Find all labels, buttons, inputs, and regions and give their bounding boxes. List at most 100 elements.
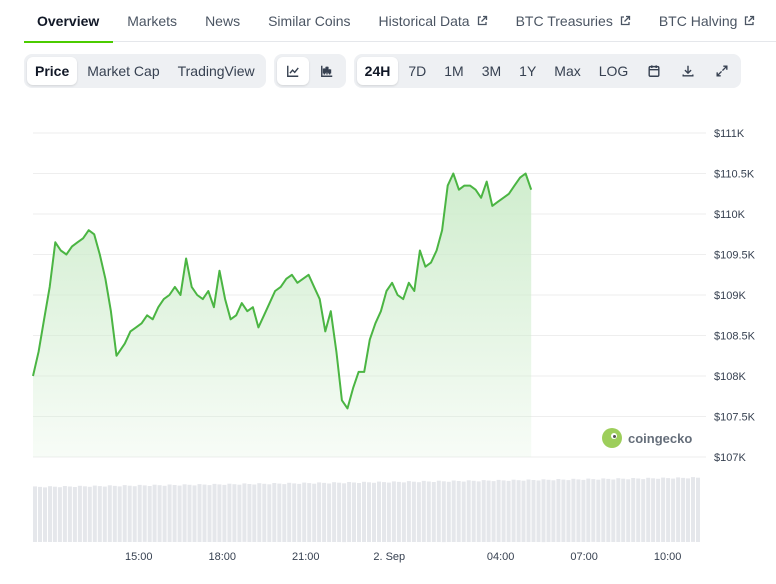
calendar-icon[interactable] (638, 57, 670, 85)
tab-label: Historical Data (378, 12, 470, 29)
volume-bar (516, 480, 521, 542)
volume-bar (137, 484, 142, 542)
volume-bar (636, 478, 641, 542)
volume-bar (332, 482, 337, 542)
volume-bar (247, 484, 252, 542)
volume-bar (586, 478, 591, 542)
range-24h-button[interactable]: 24H (356, 57, 399, 85)
volume-bar (666, 478, 671, 542)
volume-bar (461, 481, 466, 542)
volume-bar (202, 484, 207, 542)
volume-bar (651, 478, 656, 542)
volume-bar (406, 481, 411, 542)
tab-btc-halving[interactable]: BTC Halving (645, 0, 770, 42)
volume-bar (501, 480, 506, 542)
volume-bar (631, 478, 636, 542)
volume-bar (556, 479, 561, 542)
tab-btc-treasuries[interactable]: BTC Treasuries (502, 0, 645, 42)
price-chart-svg[interactable]: $111K $110.5K $110K $109.5K $109K $108.5K $108… (0, 110, 776, 584)
volume-bar (152, 484, 157, 542)
volume-bar (262, 483, 267, 542)
volume-bar (656, 478, 661, 542)
volume-bar (297, 483, 302, 542)
volume-bar (696, 477, 700, 542)
price-chart[interactable]: $111K $110.5K $110K $109.5K $109K $108.5K $108… (0, 110, 776, 584)
volume-bar (546, 479, 551, 542)
volume-bar (142, 485, 147, 542)
tab-bar: Overview Markets News Similar Coins Historic… (24, 0, 776, 43)
volume-bar (491, 481, 496, 542)
x-tick-label: 04:00 (487, 551, 515, 563)
volume-bar (626, 479, 631, 542)
external-link-icon (477, 15, 487, 25)
volume-bar (372, 482, 376, 542)
volume-bar (506, 480, 511, 542)
tab-label: BTC Halving (658, 12, 738, 29)
volume-bar (382, 482, 386, 542)
tab-label: Markets (127, 12, 178, 29)
volume-bar (97, 486, 102, 542)
volume-bar (52, 486, 57, 542)
tab-historical-data[interactable]: Historical Data (365, 0, 502, 42)
volume-bar (157, 485, 162, 542)
volume-bar (496, 479, 501, 542)
volume-bar (197, 484, 202, 542)
watermark-label: coingecko (628, 430, 693, 446)
candlestick-icon[interactable] (311, 57, 343, 85)
expand-icon[interactable] (706, 57, 738, 85)
x-tick-label: 2. Sep (373, 551, 405, 563)
tab-news[interactable]: News (191, 0, 254, 42)
volume-bar (601, 478, 606, 542)
volume-bar (436, 480, 441, 542)
volume-bar (272, 483, 277, 542)
volume-bar (621, 478, 626, 542)
range-7d-button[interactable]: 7D (400, 57, 434, 85)
tradingview-button[interactable]: TradingView (170, 57, 263, 85)
volume-bar (466, 480, 471, 542)
volume-bar (646, 477, 651, 542)
x-tick-label: 15:00 (125, 551, 153, 563)
price-button[interactable]: Price (27, 57, 78, 85)
volume-bar (337, 482, 342, 542)
volume-bar (292, 483, 297, 542)
range-1y-button[interactable]: 1Y (511, 57, 544, 85)
volume-bar (187, 484, 192, 542)
volume-bar (302, 482, 307, 542)
volume-bar (117, 486, 122, 542)
volume-bar (122, 485, 127, 542)
volume-bar (367, 482, 371, 542)
y-tick-label: $110.5K (714, 169, 755, 181)
tab-markets[interactable]: Markets (113, 0, 191, 42)
volume-bar (521, 480, 526, 542)
volume-bar (481, 480, 486, 542)
volume-bar (162, 485, 167, 542)
range-log-button[interactable]: LOG (591, 57, 637, 85)
volume-bar (43, 487, 47, 542)
tab-label: Similar Coins (268, 12, 351, 29)
volume-bar (33, 486, 37, 542)
tab-overview[interactable]: Overview (24, 0, 114, 43)
volume-bar (686, 478, 690, 542)
volume-bar (48, 486, 52, 542)
range-1m-button[interactable]: 1M (436, 57, 471, 85)
volume-bar (411, 481, 416, 542)
market-cap-button[interactable]: Market Cap (79, 57, 167, 85)
range-3m-button[interactable]: 3M (474, 57, 509, 85)
line-chart-icon[interactable] (276, 57, 309, 85)
range-max-button[interactable]: Max (546, 57, 588, 85)
tab-similar-coins[interactable]: Similar Coins (254, 0, 364, 42)
volume-bar (396, 481, 401, 542)
volume-bar (92, 485, 97, 542)
download-icon[interactable] (672, 57, 704, 85)
volume-bar (222, 484, 227, 542)
volume-bar (352, 482, 356, 542)
volume-bar (541, 479, 546, 543)
external-link-icon (745, 15, 755, 25)
volume-bar (342, 483, 347, 543)
volume-bar (307, 483, 312, 542)
volume-bar (232, 484, 237, 542)
volume-bar (317, 482, 322, 542)
volume-bar (147, 486, 152, 542)
volume-bar (252, 484, 257, 542)
volume-bar (312, 483, 317, 542)
